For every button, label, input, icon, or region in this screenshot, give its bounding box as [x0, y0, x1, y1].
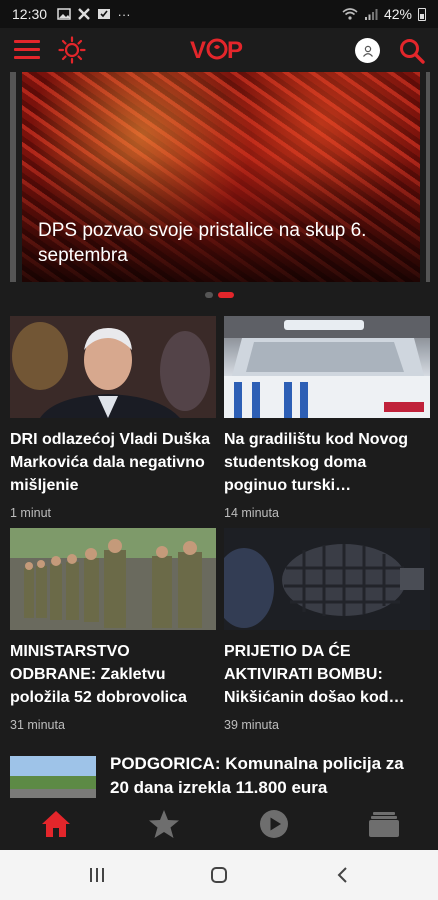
list-item-title[interactable]: PODGORICA: Komunalna policija za 20 dana…: [110, 752, 420, 800]
close-x-icon: [78, 8, 90, 20]
article-title[interactable]: DRI odlazećoj Vladi Duška Markovića dala…: [10, 428, 216, 497]
article-thumbnail[interactable]: [10, 528, 216, 630]
wifi-icon: [342, 8, 358, 20]
signal-icon: [364, 9, 378, 20]
status-bar: 12:30 ··· 42%: [0, 0, 438, 28]
svg-text:V: V: [190, 37, 206, 64]
article-time: 14 minuta: [224, 506, 279, 520]
article-title[interactable]: Na gradilištu kod Novog studentskog doma…: [224, 428, 430, 497]
carousel-pager: [0, 289, 438, 301]
profile-avatar[interactable]: [355, 38, 380, 63]
list-item-thumbnail[interactable]: [10, 756, 96, 800]
nav-archive[interactable]: [366, 808, 402, 840]
article-time: 39 minuta: [224, 718, 279, 732]
article-time: 31 minuta: [10, 718, 65, 732]
nav-home[interactable]: [38, 808, 74, 840]
recent-apps-button[interactable]: [82, 863, 112, 887]
bottom-navigation: [0, 798, 438, 850]
app-header: V P: [0, 28, 438, 72]
pager-dot[interactable]: [204, 292, 213, 298]
status-time: 12:30: [12, 6, 48, 22]
home-square-icon: [211, 867, 227, 883]
article-thumbnail[interactable]: [224, 316, 430, 418]
article-card[interactable]: PRIJETIO DA ĆE AKTIVIRATI BOMBU: Nikšića…: [224, 528, 430, 732]
list-item[interactable]: PODGORICA: Komunalna policija za 20 dana…: [10, 752, 430, 800]
soldiers-photo: [10, 528, 216, 630]
search-icon[interactable]: [398, 37, 426, 65]
recent-apps-icon: [90, 868, 104, 882]
article-card[interactable]: Na gradilištu kod Novog studentskog doma…: [224, 316, 430, 520]
article-thumbnail[interactable]: [224, 528, 430, 630]
grenade-photo: [224, 528, 430, 630]
system-navigation-bar: [0, 850, 438, 900]
play-icon: [260, 810, 288, 838]
article-time: 1 minut: [10, 506, 51, 520]
next-slide-peek: [426, 72, 430, 282]
image-icon: [57, 8, 71, 20]
police-car-photo: [224, 316, 430, 418]
more-dots-icon: ···: [117, 6, 131, 22]
previous-slide-peek: [10, 72, 16, 282]
battery-percent: 42%: [383, 6, 412, 22]
brightness-icon[interactable]: [58, 36, 86, 64]
nav-favorites[interactable]: [146, 808, 182, 840]
back-button[interactable]: [328, 863, 358, 887]
article-thumbnail[interactable]: [10, 316, 216, 418]
hero-carousel[interactable]: DPS pozvao svoje pristalice na skup 6. s…: [10, 72, 430, 282]
star-icon: [149, 810, 179, 838]
article-card[interactable]: MINISTARSTVO ODBRANE: Zakletvu položila …: [10, 528, 216, 732]
pager-dot-active[interactable]: [217, 292, 234, 298]
user-icon: [362, 45, 373, 57]
svg-text:P: P: [227, 37, 243, 64]
nav-video[interactable]: [256, 808, 292, 840]
home-button[interactable]: [204, 863, 234, 887]
portrait-photo: [10, 316, 216, 418]
mail-check-icon: [98, 9, 111, 19]
archive-icon: [369, 812, 399, 837]
article-title[interactable]: MINISTARSTVO ODBRANE: Zakletvu položila …: [10, 640, 216, 709]
menu-icon[interactable]: [14, 40, 40, 60]
vop-logo[interactable]: V P: [190, 34, 248, 64]
article-title[interactable]: PRIJETIO DA ĆE AKTIVIRATI BOMBU: Nikšića…: [224, 640, 430, 709]
battery-icon: [418, 7, 426, 21]
hero-title[interactable]: DPS pozvao svoje pristalice na skup 6. s…: [38, 218, 408, 268]
article-card[interactable]: DRI odlazećoj Vladi Duška Markovića dala…: [10, 316, 216, 520]
back-chevron-icon: [337, 867, 347, 883]
home-icon: [42, 811, 70, 837]
